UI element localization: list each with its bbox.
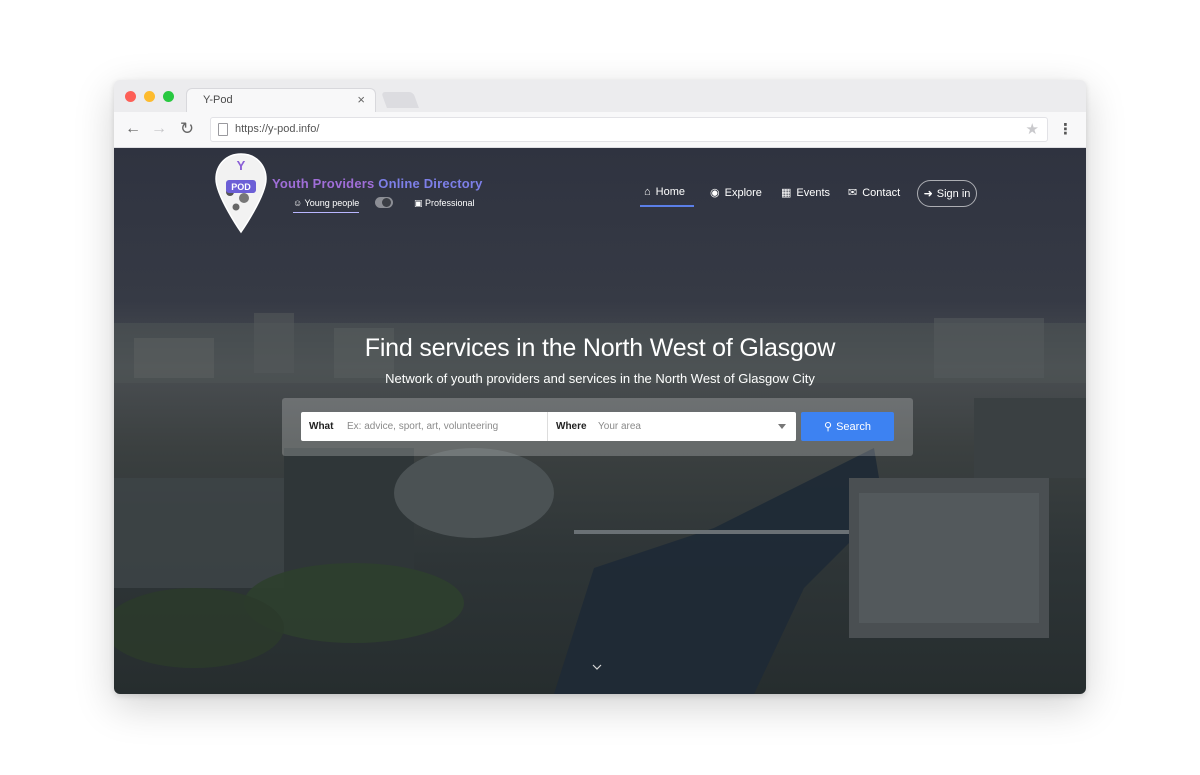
- reload-icon[interactable]: ↻: [176, 118, 198, 140]
- svg-text:POD: POD: [231, 182, 251, 192]
- mode-young-label: Young people: [304, 198, 360, 208]
- mode-professional-link[interactable]: ▣ Professional: [414, 198, 475, 209]
- nav-active-underline: [640, 205, 694, 207]
- nav-contact[interactable]: ✉ Contact: [848, 186, 901, 200]
- url-text: https://y-pod.info/: [235, 123, 320, 135]
- search-button[interactable]: ⚲ Search: [801, 412, 894, 441]
- nav-explore[interactable]: ◉ Explore: [710, 186, 762, 200]
- nav-events[interactable]: ▦ Events: [781, 186, 831, 200]
- what-label: What: [309, 421, 334, 432]
- mode-young-people-link[interactable]: ☺ Young people: [293, 198, 360, 213]
- nav-home[interactable]: ⌂ Home: [644, 186, 685, 198]
- what-placeholder: Ex: advice, sport, art, volunteering: [347, 421, 499, 432]
- calendar-icon: ▦: [781, 187, 792, 199]
- search-button-label: Search: [836, 420, 871, 433]
- search-icon: ⚲: [824, 421, 833, 433]
- sign-in-label: Sign in: [936, 187, 971, 200]
- where-label: Where: [556, 421, 587, 432]
- brand-name-part2: Online Directory: [374, 176, 483, 191]
- nav-explore-label: Explore: [724, 186, 762, 199]
- sign-in-icon: ➜: [923, 188, 933, 200]
- url-field[interactable]: https://y-pod.info/ ★: [210, 117, 1048, 142]
- tab-bar: Y-Pod ×: [114, 80, 1086, 112]
- sign-in-button[interactable]: ➜ Sign in: [917, 180, 977, 207]
- search-panel: What Ex: advice, sport, art, volunteerin…: [282, 398, 913, 456]
- hero-title: Find services in the North West of Glasg…: [364, 334, 836, 362]
- nav-contact-label: Contact: [862, 186, 901, 199]
- address-bar: ← → ↻ https://y-pod.info/ ★ ⋮: [114, 112, 1086, 148]
- toggle-knob: [382, 198, 391, 207]
- forward-arrow-icon[interactable]: →: [148, 118, 170, 140]
- minimize-window-button[interactable]: [144, 91, 155, 102]
- briefcase-icon: ▣: [414, 198, 426, 208]
- chevron-down-icon: [778, 424, 786, 429]
- svg-text:Y: Y: [237, 158, 246, 173]
- what-field[interactable]: What Ex: advice, sport, art, volunteerin…: [301, 412, 548, 441]
- close-window-button[interactable]: [125, 91, 136, 102]
- nav-home-label: Home: [655, 186, 685, 198]
- mode-pro-label: Professional: [425, 198, 475, 208]
- new-tab-button[interactable]: [381, 92, 419, 108]
- ypod-logo[interactable]: Y POD: [214, 152, 268, 234]
- where-placeholder: Your area: [598, 421, 641, 432]
- brand-name-part1: Youth Providers: [272, 176, 375, 191]
- hero-subtitle: Network of youth providers and services …: [385, 371, 815, 386]
- scroll-down-chevron-icon[interactable]: [592, 662, 602, 672]
- where-select[interactable]: Where Your area: [548, 412, 796, 441]
- browser-tab[interactable]: Y-Pod ×: [186, 88, 376, 112]
- tab-close-icon[interactable]: ×: [357, 92, 365, 107]
- bookmark-star-icon[interactable]: ★: [1026, 120, 1039, 138]
- page-icon: [218, 123, 228, 136]
- page-viewport: Y POD Youth Providers Online Directory ☺…: [114, 148, 1086, 694]
- back-arrow-icon[interactable]: ←: [122, 118, 144, 140]
- nav-events-label: Events: [796, 186, 831, 199]
- mail-icon: ✉: [848, 187, 858, 199]
- brand-name: Youth Providers Online Directory: [272, 176, 483, 191]
- browser-window: Y-Pod × ← → ↻ https://y-pod.info/ ★ ⋮ Y …: [114, 80, 1086, 694]
- map-pin-icon: ◉: [710, 187, 720, 199]
- maximize-window-button[interactable]: [163, 91, 174, 102]
- tab-title: Y-Pod: [203, 94, 233, 106]
- user-icon: ☺: [293, 198, 305, 208]
- browser-menu-icon[interactable]: ⋮: [1058, 120, 1073, 140]
- window-controls: [125, 91, 174, 102]
- home-icon: ⌂: [644, 186, 651, 198]
- audience-toggle[interactable]: [375, 197, 393, 208]
